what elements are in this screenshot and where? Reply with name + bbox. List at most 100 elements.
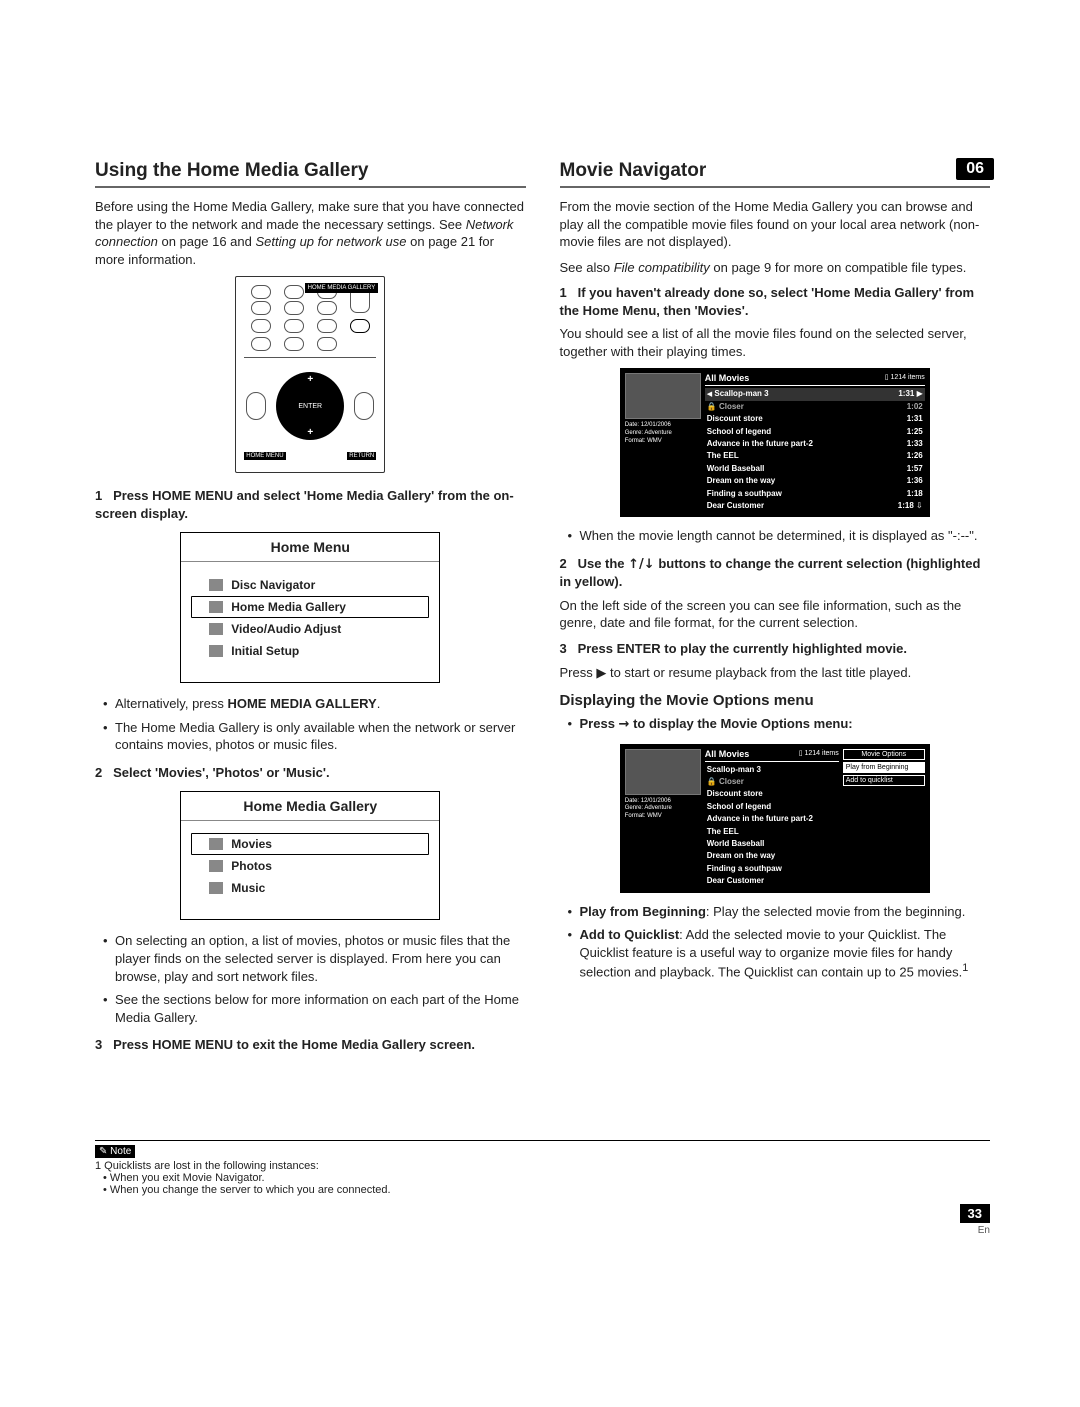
menu-item-icon — [209, 882, 223, 894]
movie-thumbnail-icon — [625, 749, 701, 795]
movie-list-row: World Baseball — [705, 838, 839, 850]
movie-list-row: Dream on the way — [705, 850, 839, 862]
menu-item-icon — [209, 838, 223, 850]
sub-heading-options: Displaying the Movie Options menu — [560, 692, 991, 709]
left-step-1: 1 Press HOME MENU and select 'Home Media… — [95, 487, 526, 522]
movie-list-row: Advance in the future part-21:33 — [705, 438, 925, 450]
heading-rule-right — [560, 186, 991, 188]
play-icon: ▶ — [596, 666, 606, 681]
right-step-2: 2 Use the ↑/↓ buttons to change the curr… — [560, 555, 991, 591]
right-para-1: From the movie section of the Home Media… — [560, 198, 991, 251]
movie-list-row: Finding a southpaw — [705, 863, 839, 875]
movie-info-lines: Date: 12/01/2006Genre: AdventureFormat: … — [625, 422, 701, 445]
remote-side-left — [246, 392, 266, 420]
movie-options-title: Movie Options — [843, 749, 925, 760]
movie-info-lines-2: Date: 12/01/2006Genre: AdventureFormat: … — [625, 798, 701, 821]
option-add-to-quicklist: Add to Quicklist: Add the selected movie… — [568, 926, 991, 981]
movie-list-row: Discount store — [705, 788, 839, 800]
movie-list-row: 🔒 Closer — [705, 776, 839, 788]
home-menu-item: Disc Navigator — [191, 574, 429, 596]
remote-illustration: HOME MEDIA GALLERY + + ENTER HOME MENU R… — [235, 276, 385, 473]
movie-list-row: Scallop-man 3 — [705, 764, 839, 776]
right-column: Movie Navigator 06 From the movie sectio… — [560, 160, 991, 1060]
menu-item-icon — [209, 579, 223, 591]
heading-rule — [95, 186, 526, 188]
movie-list-row: Dear Customer — [705, 875, 839, 887]
options-intro-bullet: Press → to display the Movie Options men… — [568, 715, 991, 734]
movie-list-row: 🔒 Closer1:02 — [705, 401, 925, 413]
intro-paragraph: Before using the Home Media Gallery, mak… — [95, 198, 526, 268]
section-number-badge: 06 — [956, 158, 994, 180]
options-description-list: Play from Beginning: Play the selected m… — [568, 903, 991, 982]
home-menu-item: Initial Setup — [191, 640, 429, 662]
nav1-count: ▯ 1214 items — [885, 373, 925, 383]
page-language: En — [95, 1225, 990, 1236]
left-bullets-2: On selecting an option, a list of movies… — [103, 932, 526, 1026]
left-step-2: 2 Select 'Movies', 'Photos' or 'Music'. — [95, 764, 526, 782]
remote-side-right — [354, 392, 374, 420]
bullet-press-right: Press → to display the Movie Options men… — [568, 715, 991, 734]
movie-navigator-screenshot-1: Date: 12/01/2006Genre: AdventureFormat: … — [620, 368, 930, 517]
movie-list-row: World Baseball1:57 — [705, 463, 925, 475]
movie-option-item: Add to quicklist — [843, 775, 925, 786]
menu-item-icon — [209, 601, 223, 613]
arrow-right-icon: → — [619, 717, 630, 732]
note-badge: Note — [95, 1145, 135, 1158]
remote-home-menu-tag: HOME MENU — [244, 452, 285, 460]
home-menu-item: Video/Audio Adjust — [191, 618, 429, 640]
left-heading: Using the Home Media Gallery — [95, 160, 526, 182]
movie-list-row: School of legend — [705, 801, 839, 813]
movie-list-row: ◀ Scallop-man 31:31 ▶ — [705, 388, 925, 400]
movie-list-row: Discount store1:31 — [705, 413, 925, 425]
movie-list-row: Dream on the way1:36 — [705, 475, 925, 487]
footnote-text: 1 Quicklists are lost in the following i… — [95, 1160, 990, 1196]
option-play-from-beginning: Play from Beginning: Play the selected m… — [568, 903, 991, 921]
movie-navigator-screenshot-2: Date: 12/01/2006Genre: AdventureFormat: … — [620, 744, 930, 893]
nav1-rows: ◀ Scallop-man 31:31 ▶🔒 Closer1:02Discoun… — [705, 388, 925, 512]
nav2-title: All Movies — [705, 749, 750, 759]
hmg-menu-title: Home Media Gallery — [181, 792, 439, 821]
right-heading: Movie Navigator — [560, 160, 991, 182]
right-step-1: 1 If you haven't already done so, select… — [560, 284, 991, 319]
nav2-rows: Scallop-man 3🔒 CloserDiscount storeSchoo… — [705, 764, 839, 888]
nav1-title: All Movies — [705, 373, 750, 383]
left-column: Using the Home Media Gallery Before usin… — [95, 160, 526, 1060]
home-menu-items: Disc NavigatorHome Media GalleryVideo/Au… — [181, 562, 439, 682]
hmg-menu-items: MoviesPhotosMusic — [181, 821, 439, 919]
remote-hmg-label: HOME MEDIA GALLERY — [305, 283, 379, 293]
nav2-count: ▯ 1214 items — [799, 749, 839, 759]
footnote-rule — [95, 1140, 990, 1141]
hmg-menu-item: Photos — [191, 855, 429, 877]
remote-dpad: + + ENTER — [270, 366, 350, 446]
page-number: 33 — [960, 1204, 990, 1223]
movie-thumbnail-icon — [625, 373, 701, 419]
remote-enter-button: ENTER — [296, 392, 324, 420]
home-menu-screenshot: Home Menu Disc NavigatorHome Media Galle… — [180, 532, 440, 683]
movie-option-item: Play from Beginning — [843, 762, 925, 773]
movie-list-row: School of legend1:25 — [705, 426, 925, 438]
left-bullets-1: Alternatively, press HOME MEDIA GALLERY.… — [103, 695, 526, 754]
right-bullets-after1: When the movie length cannot be determin… — [568, 527, 991, 545]
bullet-see-sections: See the sections below for more informat… — [103, 991, 526, 1026]
right-step-1-body: You should see a list of all the movie f… — [560, 325, 991, 360]
menu-item-icon — [209, 645, 223, 657]
left-step-3: 3 Press HOME MENU to exit the Home Media… — [95, 1036, 526, 1054]
right-step-3-body: Press ▶ to start or resume playback from… — [560, 664, 991, 683]
hmg-menu-item: Movies — [191, 833, 429, 855]
right-step-3: 3 Press ENTER to play the currently high… — [560, 640, 991, 658]
bullet-unknown-length: When the movie length cannot be determin… — [568, 527, 991, 545]
bullet-hmg-availability: The Home Media Gallery is only available… — [103, 719, 526, 754]
movie-options-panel: Movie Options Play from Beginning Add to … — [843, 749, 925, 888]
movie-list-row: The EEL1:26 — [705, 450, 925, 462]
home-menu-item: Home Media Gallery — [191, 596, 429, 618]
hmg-menu-item: Music — [191, 877, 429, 899]
hmg-menu-screenshot: Home Media Gallery MoviesPhotosMusic — [180, 791, 440, 920]
page-number-area: 33 En — [95, 1204, 990, 1236]
home-menu-title: Home Menu — [181, 533, 439, 562]
menu-item-icon — [209, 623, 223, 635]
movie-list-row: Finding a southpaw1:18 — [705, 488, 925, 500]
bullet-alt-press: Alternatively, press HOME MEDIA GALLERY. — [103, 695, 526, 713]
bullet-on-selecting: On selecting an option, a list of movies… — [103, 932, 526, 985]
movie-list-row: The EEL — [705, 826, 839, 838]
right-step-2-body: On the left side of the screen you can s… — [560, 597, 991, 632]
